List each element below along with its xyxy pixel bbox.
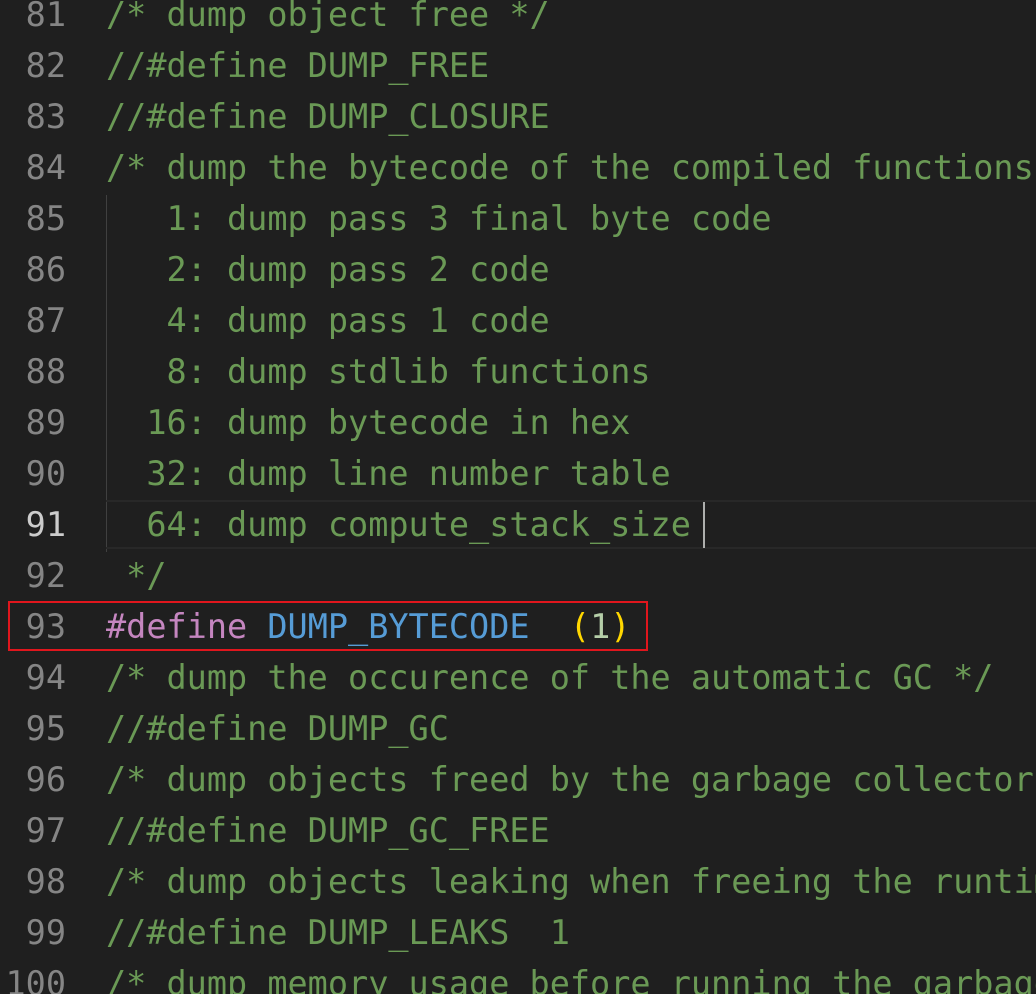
code-line[interactable]: 86 2: dump pass 2 code: [0, 252, 1036, 303]
line-code[interactable]: */: [106, 556, 167, 595]
token-comment: /* dump objects leaking when freeing the…: [106, 862, 1036, 901]
line-code[interactable]: 2: dump pass 2 code: [106, 252, 550, 288]
code-line[interactable]: 99 //#define DUMP_LEAKS 1: [0, 915, 1036, 966]
code-line[interactable]: 91 64: dump compute_stack_size: [0, 507, 1036, 558]
line-number: 81: [25, 0, 66, 34]
annotation-highlight-box: [8, 601, 648, 651]
line-code[interactable]: 1: dump pass 3 final byte code: [106, 201, 772, 237]
line-number: 97: [25, 811, 66, 850]
line-number: 88: [25, 352, 66, 391]
line-code[interactable]: /* dump the bytecode of the compiled fun…: [106, 150, 1034, 186]
code-editor[interactable]: 81 /* dump object free */ 82 //#define DUMP…: [0, 0, 1036, 994]
token-comment: //#define DUMP_LEAKS 1: [106, 913, 570, 952]
token-comment: /* dump the bytecode of the compiled fun…: [106, 148, 1034, 187]
token-comment: /* dump the occurence of the automatic G…: [106, 658, 994, 697]
code-line[interactable]: 83 //#define DUMP_CLOSURE: [0, 99, 1036, 150]
token-comment: 16: dump bytecode in hex: [106, 403, 631, 442]
line-code[interactable]: /* dump object free */: [106, 0, 550, 33]
code-line[interactable]: 90 32: dump line number table: [0, 456, 1036, 507]
line-code[interactable]: /* dump memory usage before running the …: [106, 966, 1036, 994]
token-comment: /* dump memory usage before running the …: [106, 964, 1036, 994]
token-comment: /* dump objects freed by the garbage col…: [106, 760, 1034, 799]
line-number: 82: [25, 46, 66, 85]
line-code[interactable]: /* dump objects freed by the garbage col…: [106, 762, 1034, 798]
line-number: 84: [25, 148, 66, 187]
line-number: 86: [25, 250, 66, 289]
line-code[interactable]: //#define DUMP_LEAKS 1: [106, 915, 570, 951]
line-code[interactable]: 4: dump pass 1 code: [106, 303, 550, 339]
line-code[interactable]: 16: dump bytecode in hex: [106, 405, 630, 441]
code-line[interactable]: 100 /* dump memory usage before running t…: [0, 966, 1036, 994]
line-number: 96: [25, 760, 66, 799]
code-line[interactable]: 89 16: dump bytecode in hex: [0, 405, 1036, 456]
token-comment: 1: dump pass 3 final byte code: [106, 199, 772, 238]
token-comment: //#define DUMP_GC: [106, 709, 449, 748]
line-number: 91: [25, 505, 66, 544]
code-line[interactable]: 87 4: dump pass 1 code: [0, 303, 1036, 354]
line-code[interactable]: /* dump the occurence of the automatic G…: [106, 660, 993, 696]
line-number: 89: [25, 403, 66, 442]
token-comment: //#define DUMP_GC_FREE: [106, 811, 550, 850]
token-comment: */: [106, 556, 167, 595]
line-number: 87: [25, 301, 66, 340]
code-line[interactable]: 85 1: dump pass 3 final byte code: [0, 201, 1036, 252]
line-number: 94: [25, 658, 66, 697]
code-line[interactable]: 97 //#define DUMP_GC_FREE: [0, 813, 1036, 864]
token-comment: 4: dump pass 1 code: [106, 301, 550, 340]
line-number: 90: [25, 454, 66, 493]
code-line[interactable]: 82 //#define DUMP_FREE: [0, 48, 1036, 99]
line-number: 92: [25, 556, 66, 595]
code-line[interactable]: 88 8: dump stdlib functions: [0, 354, 1036, 405]
line-number: 100: [5, 964, 66, 994]
line-code[interactable]: //#define DUMP_CLOSURE: [106, 99, 550, 135]
text-cursor: [703, 502, 705, 548]
token-comment: //#define DUMP_FREE: [106, 46, 490, 85]
code-line[interactable]: 96 /* dump objects freed by the garbage c…: [0, 762, 1036, 813]
line-number: 95: [25, 709, 66, 748]
token-comment: 64: dump compute_stack_size: [106, 505, 691, 544]
line-number: 83: [25, 97, 66, 136]
line-number: 99: [25, 913, 66, 952]
line-code[interactable]: //#define DUMP_FREE: [106, 48, 489, 84]
code-line[interactable]: 81 /* dump object free */: [0, 0, 1036, 48]
token-comment: //#define DUMP_CLOSURE: [106, 97, 550, 136]
code-line[interactable]: 84 /* dump the bytecode of the compiled f…: [0, 150, 1036, 201]
token-comment: 32: dump line number table: [106, 454, 671, 493]
token-comment: 2: dump pass 2 code: [106, 250, 550, 289]
token-comment: 8: dump stdlib functions: [106, 352, 651, 391]
code-line[interactable]: 98 /* dump objects leaking when freeing t…: [0, 864, 1036, 915]
line-code[interactable]: 32: dump line number table: [106, 454, 671, 493]
token-comment: /* dump object free */: [106, 0, 550, 34]
line-code[interactable]: 64: dump compute_stack_size: [106, 507, 691, 543]
line-code[interactable]: //#define DUMP_GC_FREE: [106, 813, 550, 849]
line-code[interactable]: 8: dump stdlib functions: [106, 354, 651, 390]
line-code[interactable]: //#define DUMP_GC: [106, 711, 449, 747]
line-number: 98: [25, 862, 66, 901]
line-number: 85: [25, 199, 66, 238]
code-line[interactable]: 95 //#define DUMP_GC: [0, 711, 1036, 762]
code-line[interactable]: 94 /* dump the occurence of the automatic…: [0, 660, 1036, 711]
line-code[interactable]: /* dump objects leaking when freeing the…: [106, 864, 1036, 900]
